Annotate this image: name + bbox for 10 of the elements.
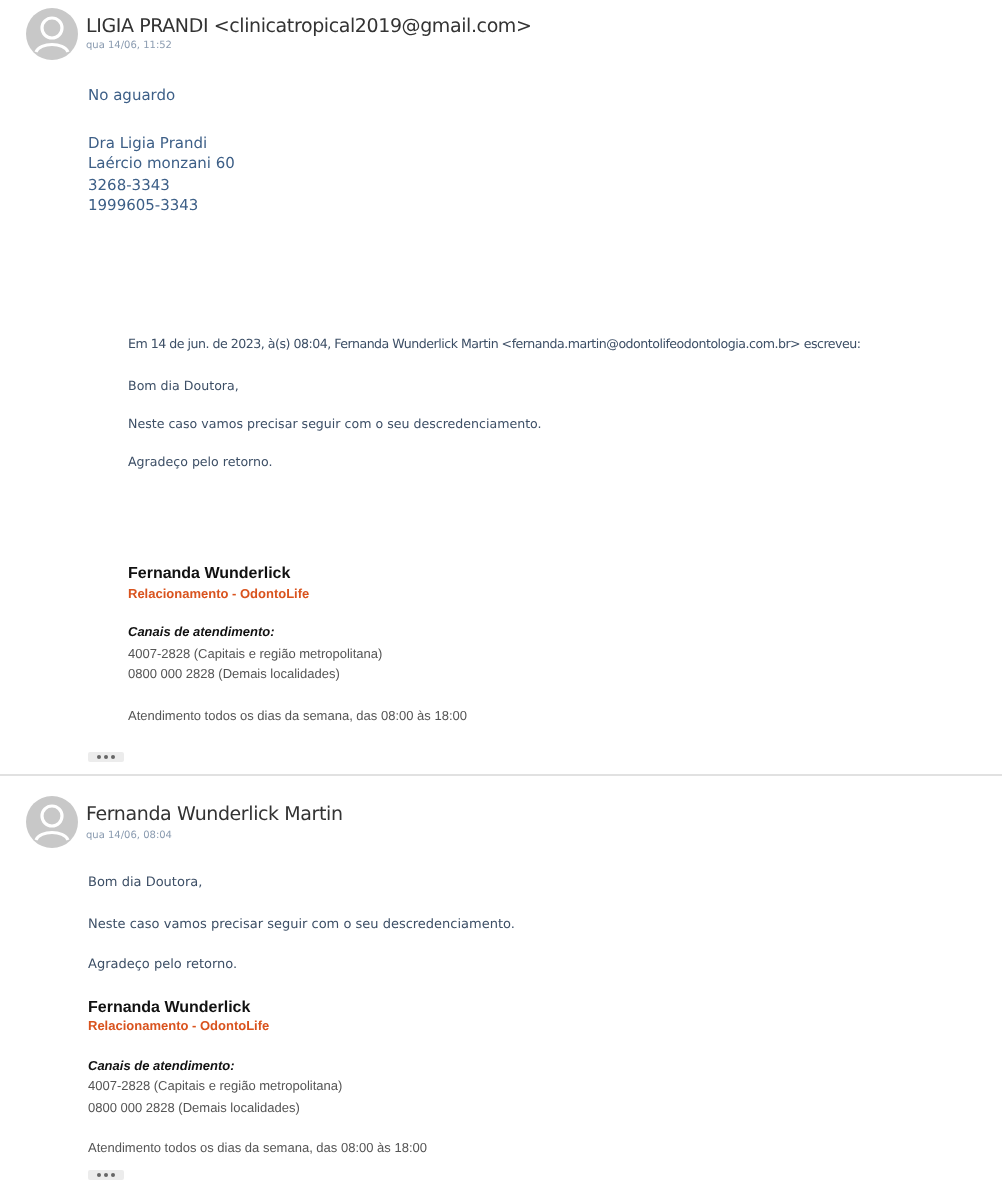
signature-name: Fernanda Wunderlick — [128, 564, 293, 586]
more-icon — [96, 754, 116, 761]
more-button[interactable] — [88, 752, 124, 763]
signature-name: Fernanda Wunderlick — [88, 997, 253, 1018]
avatar-icon — [26, 8, 78, 60]
more-icon — [96, 1171, 116, 1177]
sender-name: LIGIA PRANDI <clinicatropical2019@gmail.com> — [86, 16, 532, 40]
avatar-icon — [26, 796, 78, 849]
more-button[interactable] — [88, 1169, 124, 1179]
sender-name: Fernanda Wunderlick Martin — [86, 804, 343, 830]
